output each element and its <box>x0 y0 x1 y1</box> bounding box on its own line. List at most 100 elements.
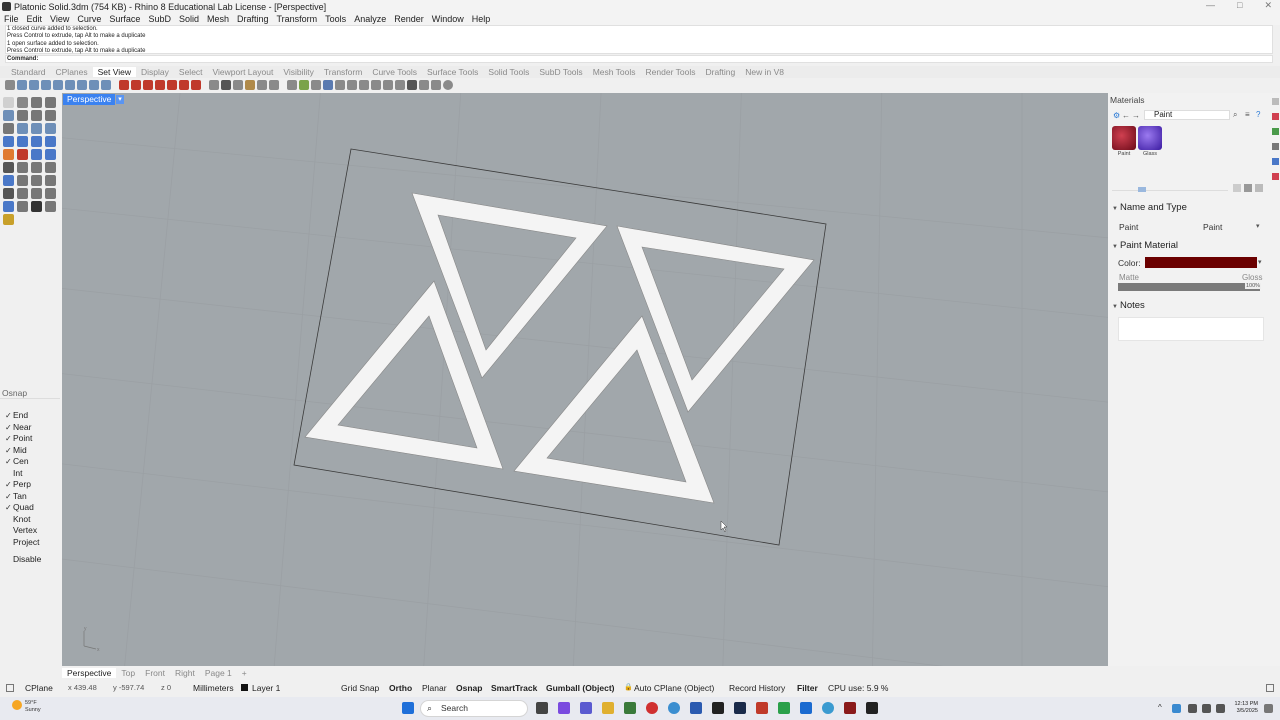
hand-icon[interactable] <box>419 80 429 90</box>
onedrive-icon[interactable] <box>1172 704 1181 713</box>
back-arrow-icon[interactable]: ← <box>1122 111 1130 120</box>
move-icon[interactable] <box>3 175 14 186</box>
chevron-down-icon[interactable]: ▾ <box>1258 258 1262 266</box>
plate-outline[interactable] <box>293 148 827 546</box>
text-icon[interactable] <box>45 123 56 134</box>
view-grid-icon[interactable] <box>311 80 321 90</box>
status-record-history[interactable]: Record History <box>729 683 785 693</box>
teams-icon[interactable] <box>580 702 592 714</box>
tab-curve-tools[interactable]: Curve Tools <box>367 67 422 77</box>
menu-render[interactable]: Render <box>390 14 428 24</box>
osnap-project[interactable]: Project <box>0 537 60 549</box>
osnap-near[interactable]: ✓ Near <box>0 422 60 434</box>
paint-material-thumb[interactable] <box>1112 126 1136 150</box>
extrude-icon[interactable] <box>17 136 28 147</box>
menu-window[interactable]: Window <box>428 14 468 24</box>
menu-analyze[interactable]: Analyze <box>350 14 390 24</box>
view-front-icon[interactable] <box>347 80 357 90</box>
thumb-size-slider[interactable] <box>1112 190 1228 191</box>
walk-icon[interactable] <box>431 80 441 90</box>
status-smarttrack[interactable]: SmartTrack <box>491 683 537 693</box>
solid-box-icon[interactable] <box>31 136 42 147</box>
forward-arrow-icon[interactable]: → <box>1132 111 1140 120</box>
display-icon[interactable] <box>1272 143 1279 150</box>
render-icon[interactable] <box>45 201 56 212</box>
list-view-icon[interactable] <box>1244 184 1252 192</box>
menu-icon[interactable]: ≡ <box>1245 110 1250 119</box>
scale-icon[interactable] <box>45 175 56 186</box>
browser-icon[interactable] <box>822 702 834 714</box>
taskbar-search[interactable]: Search <box>420 700 528 717</box>
status-grid-snap[interactable]: Grid Snap <box>341 683 379 693</box>
illustrator-icon[interactable] <box>844 702 856 714</box>
view-red-4-icon[interactable] <box>179 80 189 90</box>
rotate-view-icon[interactable] <box>17 80 27 90</box>
app-blue-icon[interactable] <box>690 702 702 714</box>
menu-solid[interactable]: Solid <box>175 14 203 24</box>
view-iso-icon[interactable] <box>407 80 417 90</box>
osnap-end[interactable]: ✓ End <box>0 410 60 422</box>
chrome-red-icon[interactable] <box>646 702 658 714</box>
zoom-window-icon[interactable] <box>41 80 51 90</box>
color-swatch[interactable] <box>1145 257 1257 268</box>
properties-icon[interactable] <box>1272 98 1279 105</box>
tab-right[interactable]: Right <box>170 668 200 678</box>
tab-set-view[interactable]: Set View <box>92 67 137 77</box>
split-icon[interactable] <box>45 162 56 173</box>
glass-material-thumb[interactable] <box>1138 126 1162 150</box>
view-cube-icon[interactable] <box>323 80 333 90</box>
free-form-icon[interactable] <box>31 123 42 134</box>
status-planar[interactable]: Planar <box>422 683 447 693</box>
point-icon[interactable] <box>17 97 28 108</box>
osnap-quad[interactable]: ✓ Quad <box>0 502 60 514</box>
polyline-icon[interactable] <box>31 97 42 108</box>
copy-icon[interactable] <box>17 175 28 186</box>
osnap-tan[interactable]: ✓ Tan <box>0 491 60 503</box>
clock-icon[interactable] <box>443 80 453 90</box>
camera-icon[interactable] <box>119 80 129 90</box>
section-notes[interactable]: ▼ Notes <box>1112 300 1145 311</box>
status-toggle-icon[interactable] <box>6 684 14 692</box>
tab-surface-tools[interactable]: Surface Tools <box>422 67 483 77</box>
menu-curve[interactable]: Curve <box>73 14 105 24</box>
zoom-extents-icon[interactable] <box>53 80 63 90</box>
menu-help[interactable]: Help <box>468 14 495 24</box>
app-dark-icon[interactable] <box>712 702 724 714</box>
materials-settings-icon[interactable]: ⚙ <box>1113 111 1120 120</box>
menu-transform[interactable]: Transform <box>273 14 322 24</box>
menu-file[interactable]: File <box>0 14 23 24</box>
zoom-target-icon[interactable] <box>101 80 111 90</box>
perspective-view-icon[interactable] <box>233 80 243 90</box>
tab-front[interactable]: Front <box>140 668 170 678</box>
osnap-int[interactable]: Int <box>0 468 60 480</box>
material-name-field[interactable]: Paint <box>1119 222 1138 232</box>
tab-subd-tools[interactable]: SubD Tools <box>534 67 587 77</box>
app-green-icon[interactable] <box>624 702 636 714</box>
array-icon[interactable] <box>3 188 14 199</box>
task-view-icon[interactable] <box>536 702 548 714</box>
camera-view-icon[interactable] <box>221 80 231 90</box>
maximize-button[interactable]: □ <box>1237 0 1242 11</box>
status-units[interactable]: Millimeters <box>193 683 234 693</box>
subd-box-icon[interactable] <box>45 149 56 160</box>
section-name-and-type[interactable]: ▼ Name and Type <box>1112 202 1187 213</box>
mirror-icon[interactable] <box>17 188 28 199</box>
status-auto-cplane[interactable]: Auto CPlane (Object) <box>634 683 714 693</box>
weather-icon[interactable] <box>12 700 22 710</box>
osnap-mid[interactable]: ✓ Mid <box>0 445 60 457</box>
triangle-frame[interactable] <box>616 225 815 413</box>
tab-top[interactable]: Top <box>116 668 140 678</box>
view-red-3-icon[interactable] <box>167 80 177 90</box>
polygon-icon[interactable] <box>17 123 28 134</box>
battery-icon[interactable] <box>1216 704 1225 713</box>
tab-viewport-layout[interactable]: Viewport Layout <box>208 67 279 77</box>
chevron-down-icon[interactable]: ▾ <box>116 95 124 104</box>
tab-select[interactable]: Select <box>174 67 208 77</box>
copilot-icon[interactable] <box>558 702 570 714</box>
osnap-point[interactable]: ✓ Point <box>0 433 60 445</box>
view-red-5-icon[interactable] <box>191 80 201 90</box>
section-paint-material[interactable]: ▼ Paint Material <box>1112 240 1178 251</box>
tools-icon[interactable] <box>3 214 14 225</box>
status-ortho[interactable]: Ortho <box>389 683 412 693</box>
layers-icon[interactable] <box>1272 128 1279 135</box>
